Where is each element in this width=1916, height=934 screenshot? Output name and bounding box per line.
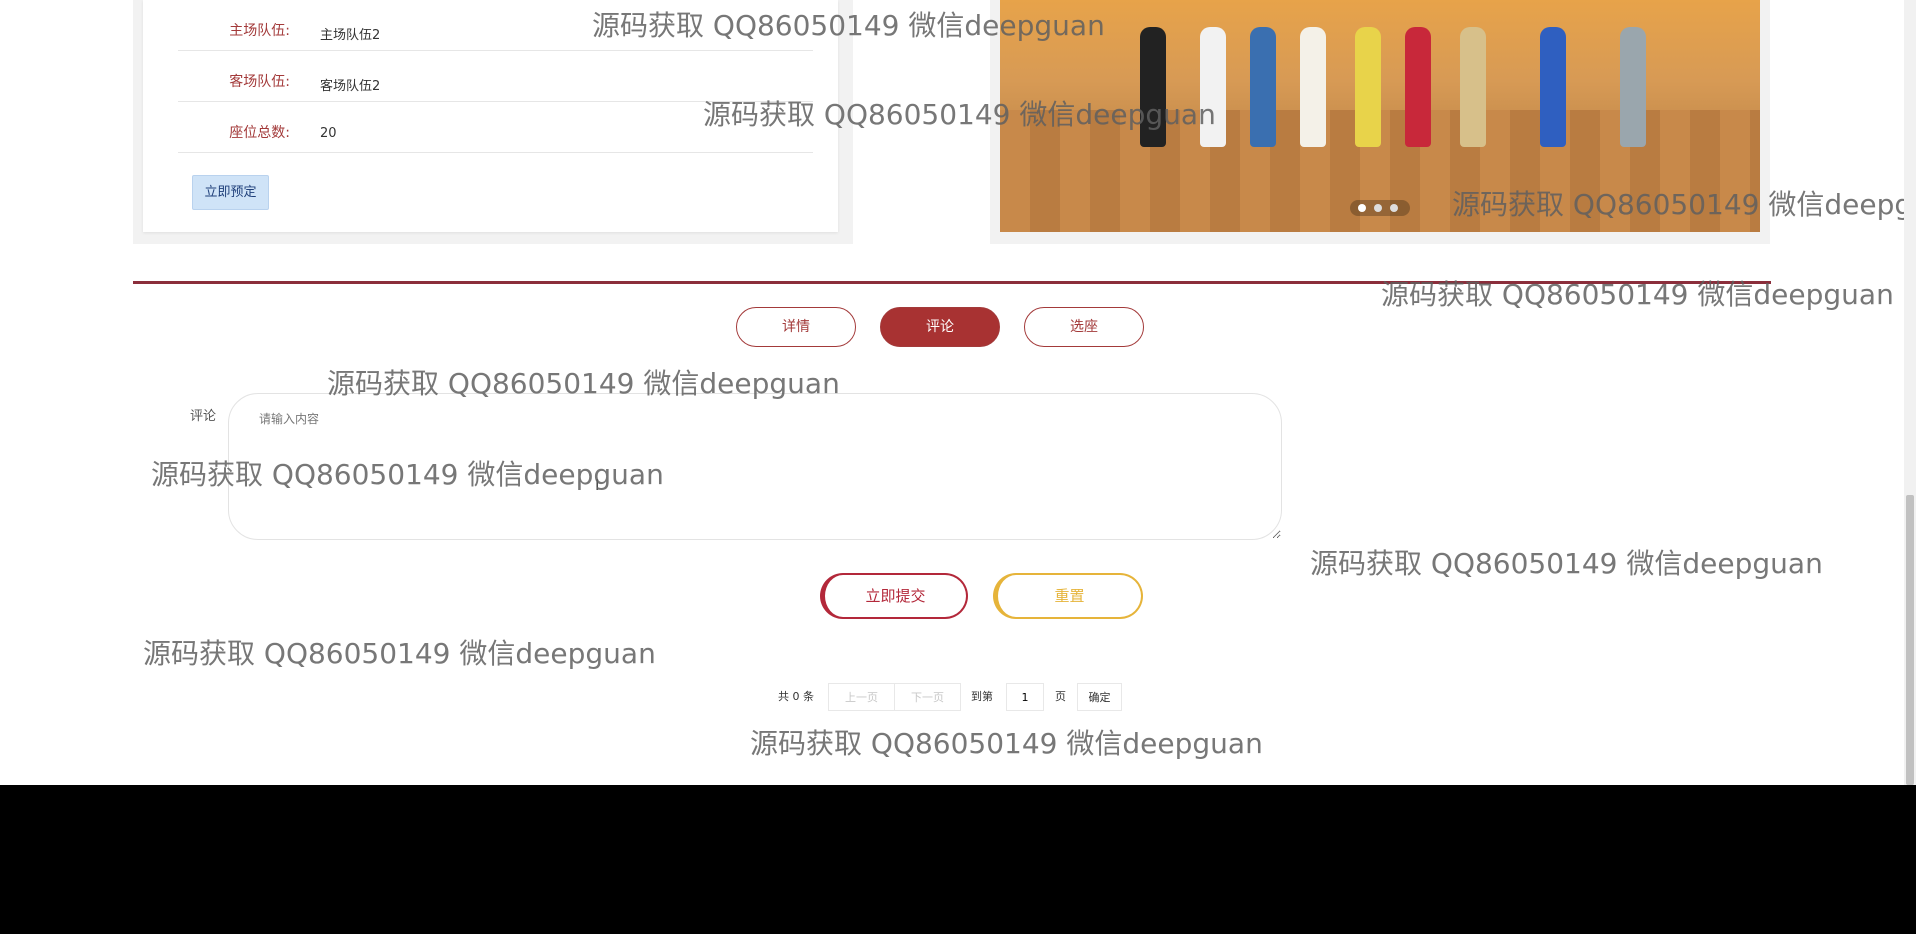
- section-divider: [133, 281, 1771, 284]
- book-now-button[interactable]: 立即预定: [192, 175, 269, 210]
- home-team-value: 主场队伍2: [320, 28, 381, 43]
- child-figure: [1300, 27, 1326, 147]
- away-team-value: 客场队伍2: [320, 79, 381, 94]
- comment-textarea[interactable]: [228, 393, 1282, 540]
- submit-button[interactable]: 立即提交: [820, 573, 968, 619]
- text-cursor-icon: I: [595, 476, 600, 494]
- carousel-dot-1[interactable]: [1358, 204, 1366, 212]
- child-figure: [1200, 27, 1226, 147]
- page-confirm-button[interactable]: 确定: [1077, 683, 1122, 711]
- scrollbar-thumb[interactable]: [1906, 495, 1914, 785]
- goto-label: 到第: [971, 690, 993, 703]
- seat-total-label: 座位总数:: [229, 125, 290, 141]
- watermark-text: 源码获取 QQ86050149 微信deepguan: [143, 637, 656, 670]
- watermark-text: 源码获取 QQ86050149 微信deepguan: [1381, 278, 1894, 311]
- seat-total-value: 20: [320, 126, 337, 141]
- page-unit-label: 页: [1055, 690, 1066, 703]
- watermark-text: 源码获取 QQ86050149 微信deepguan: [1310, 547, 1823, 580]
- page: 主场队伍: 主场队伍2 客场队伍: 客场队伍2 座位总数: 20 立即预定 详情…: [0, 0, 1904, 785]
- child-figure: [1405, 27, 1431, 147]
- image-carousel: [990, 0, 1770, 244]
- info-row-away-team: 客场队伍: 客场队伍2: [178, 51, 813, 102]
- info-row-home-team: 主场队伍: 主场队伍2: [178, 0, 813, 51]
- child-figure: [1540, 27, 1566, 147]
- info-row-seat-total: 座位总数: 20: [178, 102, 813, 153]
- child-figure: [1250, 27, 1276, 147]
- tab-comments[interactable]: 评论: [880, 307, 1000, 347]
- tab-select-seat[interactable]: 选座: [1024, 307, 1144, 347]
- reset-button[interactable]: 重置: [993, 573, 1143, 619]
- carousel-dot-3[interactable]: [1390, 204, 1398, 212]
- comment-label: 评论: [190, 409, 217, 424]
- child-figure: [1460, 27, 1486, 147]
- away-team-label: 客场队伍:: [229, 74, 290, 90]
- prev-page-button[interactable]: 上一页: [828, 683, 895, 711]
- next-page-button[interactable]: 下一页: [894, 683, 961, 711]
- carousel-dot-2[interactable]: [1374, 204, 1382, 212]
- coach-figure: [1140, 27, 1166, 147]
- tab-details[interactable]: 详情: [736, 307, 856, 347]
- carousel-indicator: [1350, 200, 1410, 216]
- child-figure: [1355, 27, 1381, 147]
- child-figure: [1620, 27, 1646, 147]
- pagination-total: 共 0 条: [778, 690, 814, 703]
- home-team-label: 主场队伍:: [229, 23, 290, 39]
- carousel-image: [1000, 0, 1760, 232]
- page-number-input[interactable]: [1006, 683, 1044, 711]
- watermark-text: 源码获取 QQ86050149 微信deepguan: [750, 727, 1263, 760]
